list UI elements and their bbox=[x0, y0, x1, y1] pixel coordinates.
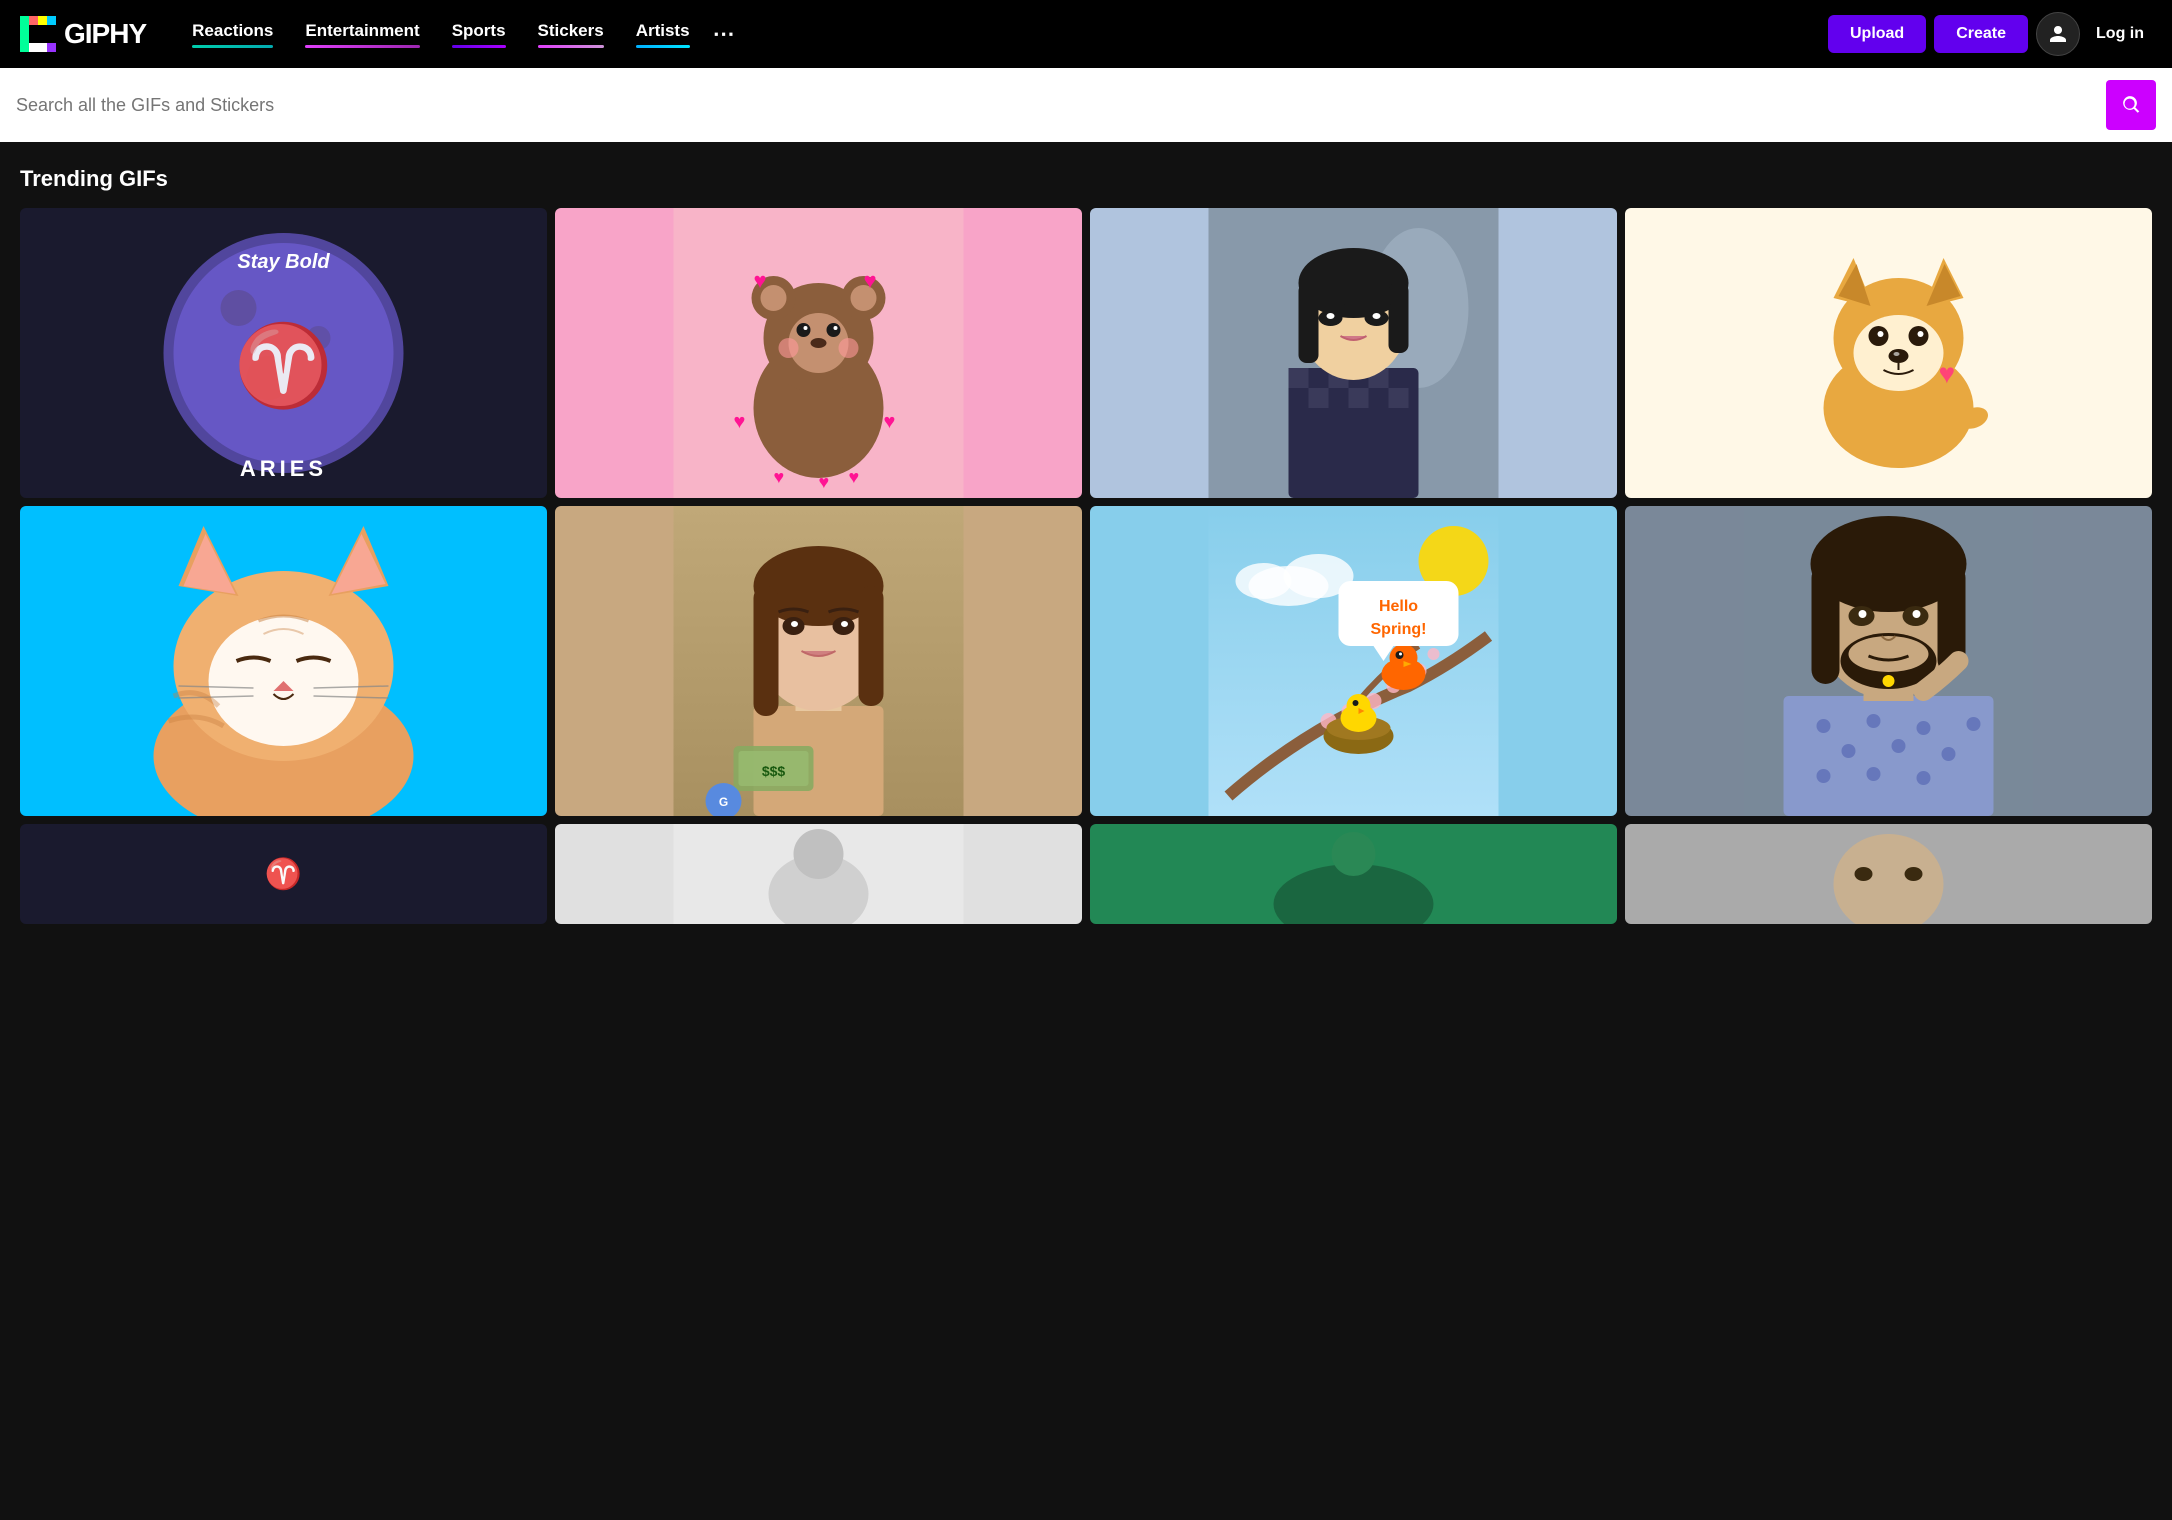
svg-text:♥: ♥ bbox=[774, 467, 785, 487]
logo-link[interactable]: GIPHY bbox=[20, 16, 146, 52]
gif-item-r3c2[interactable] bbox=[555, 824, 1082, 924]
search-icon bbox=[2120, 94, 2142, 116]
trending-title: Trending GIFs bbox=[20, 166, 2152, 192]
svg-text:♥: ♥ bbox=[734, 411, 746, 433]
gif-r2c4-art bbox=[1625, 506, 2152, 816]
nav-more-button[interactable]: ⋯ bbox=[706, 16, 742, 52]
svg-text:♥: ♥ bbox=[754, 268, 767, 293]
gif-r3c2-art bbox=[555, 824, 1082, 924]
gif-r3c3-art bbox=[1090, 824, 1617, 924]
gif-item-r2c2[interactable]: $$$ G bbox=[555, 506, 1082, 816]
nav-links: Reactions Entertainment Sports Stickers … bbox=[176, 16, 1828, 52]
nav-item-entertainment[interactable]: Entertainment bbox=[289, 21, 435, 52]
svg-text:♥: ♥ bbox=[884, 411, 896, 433]
gif-r3c1-art: ♈ bbox=[20, 824, 547, 924]
giphy-logo-icon bbox=[20, 16, 56, 52]
gif-r2c1-art bbox=[20, 506, 547, 816]
svg-text:G: G bbox=[719, 795, 728, 809]
nav-item-artists[interactable]: Artists bbox=[620, 21, 706, 52]
gif-item-r1c3[interactable] bbox=[1090, 208, 1617, 498]
gif-item-r1c1[interactable]: ♈ Stay Bold ARIES bbox=[20, 208, 547, 498]
nav-buttons: Upload Create Log in bbox=[1828, 12, 2152, 56]
gif-item-r1c2[interactable]: ♥ ♥ ♥ ♥ ♥ ♥ ♥ bbox=[555, 208, 1082, 498]
svg-text:Hello: Hello bbox=[1379, 598, 1418, 615]
gif-r1c2-art: ♥ ♥ ♥ ♥ ♥ ♥ ♥ bbox=[555, 208, 1082, 498]
gif-item-r3c1[interactable]: ♈ bbox=[20, 824, 547, 924]
gif-item-r2c4[interactable] bbox=[1625, 506, 2152, 816]
search-button[interactable] bbox=[2106, 80, 2156, 130]
gif-item-r3c3[interactable] bbox=[1090, 824, 1617, 924]
navbar: GIPHY Reactions Entertainment Sports Sti… bbox=[0, 0, 2172, 68]
login-button[interactable]: Log in bbox=[2088, 25, 2152, 43]
svg-text:♥: ♥ bbox=[849, 467, 860, 487]
gif-item-r3c4[interactable] bbox=[1625, 824, 2152, 924]
svg-text:ARIES: ARIES bbox=[240, 456, 327, 481]
nav-item-sports[interactable]: Sports bbox=[436, 21, 522, 52]
svg-text:♈: ♈ bbox=[265, 856, 302, 891]
main-content: Trending GIFs ♈ Stay Bold ARIES bbox=[0, 142, 2172, 948]
gif-r2c3-art: Hello Spring! bbox=[1090, 506, 1617, 816]
entertainment-underline bbox=[305, 45, 419, 48]
nav-item-stickers[interactable]: Stickers bbox=[522, 21, 620, 52]
gif-r3c4-art bbox=[1625, 824, 2152, 924]
gif-item-r2c1[interactable] bbox=[20, 506, 547, 816]
stickers-underline bbox=[538, 45, 604, 48]
sports-underline bbox=[452, 45, 506, 48]
create-button[interactable]: Create bbox=[1934, 15, 2028, 53]
gif-r1c3-art bbox=[1090, 208, 1617, 498]
user-icon-button[interactable] bbox=[2036, 12, 2080, 56]
nav-item-reactions[interactable]: Reactions bbox=[176, 21, 289, 52]
logo-text: GIPHY bbox=[64, 18, 146, 50]
gif-r1c1-art: ♈ Stay Bold ARIES bbox=[20, 208, 547, 498]
gif-item-r2c3[interactable]: Hello Spring! bbox=[1090, 506, 1617, 816]
gif-r2c2-art: $$$ G bbox=[555, 506, 1082, 816]
search-input[interactable] bbox=[16, 95, 2106, 116]
person-icon bbox=[2048, 24, 2068, 44]
reactions-underline bbox=[192, 45, 273, 48]
svg-text:♥: ♥ bbox=[819, 472, 830, 492]
gif-item-r1c4[interactable]: ♥ bbox=[1625, 208, 2152, 498]
svg-text:Spring!: Spring! bbox=[1371, 621, 1427, 638]
svg-text:♥: ♥ bbox=[864, 268, 877, 293]
gif-r1c4-art: ♥ bbox=[1625, 208, 2152, 498]
svg-text:♥: ♥ bbox=[1939, 358, 1956, 389]
artists-underline bbox=[636, 45, 690, 48]
svg-text:♈: ♈ bbox=[234, 320, 334, 411]
svg-text:$$$: $$$ bbox=[762, 763, 786, 779]
svg-text:Stay Bold: Stay Bold bbox=[237, 251, 330, 273]
gif-grid: ♈ Stay Bold ARIES bbox=[20, 208, 2152, 924]
upload-button[interactable]: Upload bbox=[1828, 15, 1926, 53]
search-bar bbox=[0, 68, 2172, 142]
